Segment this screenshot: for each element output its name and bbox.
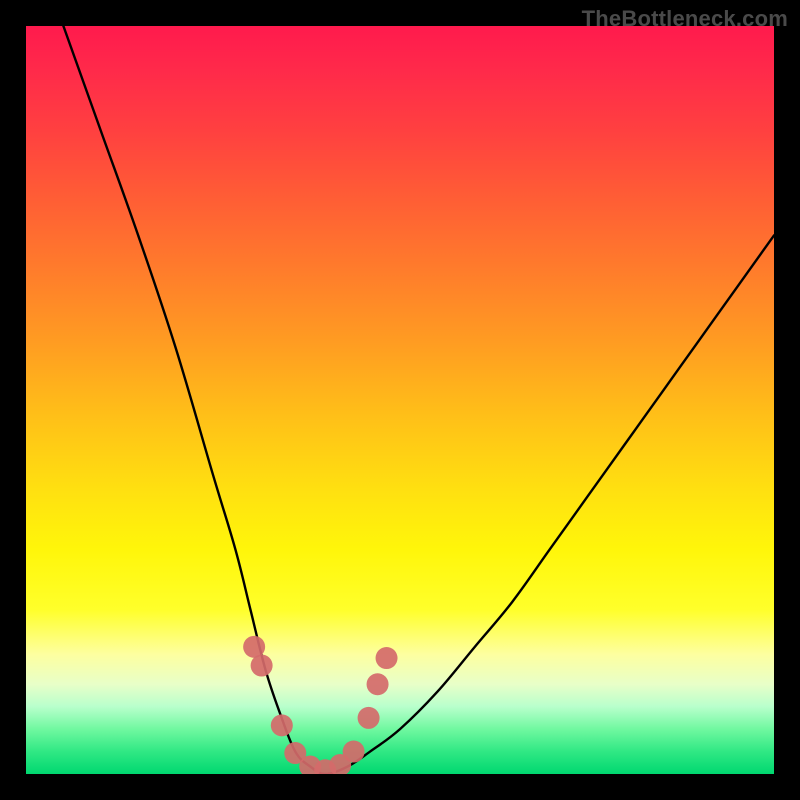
bottleneck-curve xyxy=(63,26,774,774)
valley-dot xyxy=(271,714,293,736)
valley-markers xyxy=(243,636,397,774)
valley-dot xyxy=(343,741,365,763)
valley-dot xyxy=(358,707,380,729)
valley-dot xyxy=(243,636,265,658)
chart-svg xyxy=(26,26,774,774)
curve-path xyxy=(63,26,774,774)
chart-frame: TheBottleneck.com xyxy=(0,0,800,800)
plot-area xyxy=(26,26,774,774)
valley-dot xyxy=(367,673,389,695)
watermark-text: TheBottleneck.com xyxy=(582,6,788,32)
valley-dot xyxy=(376,647,398,669)
valley-dot xyxy=(251,655,273,677)
